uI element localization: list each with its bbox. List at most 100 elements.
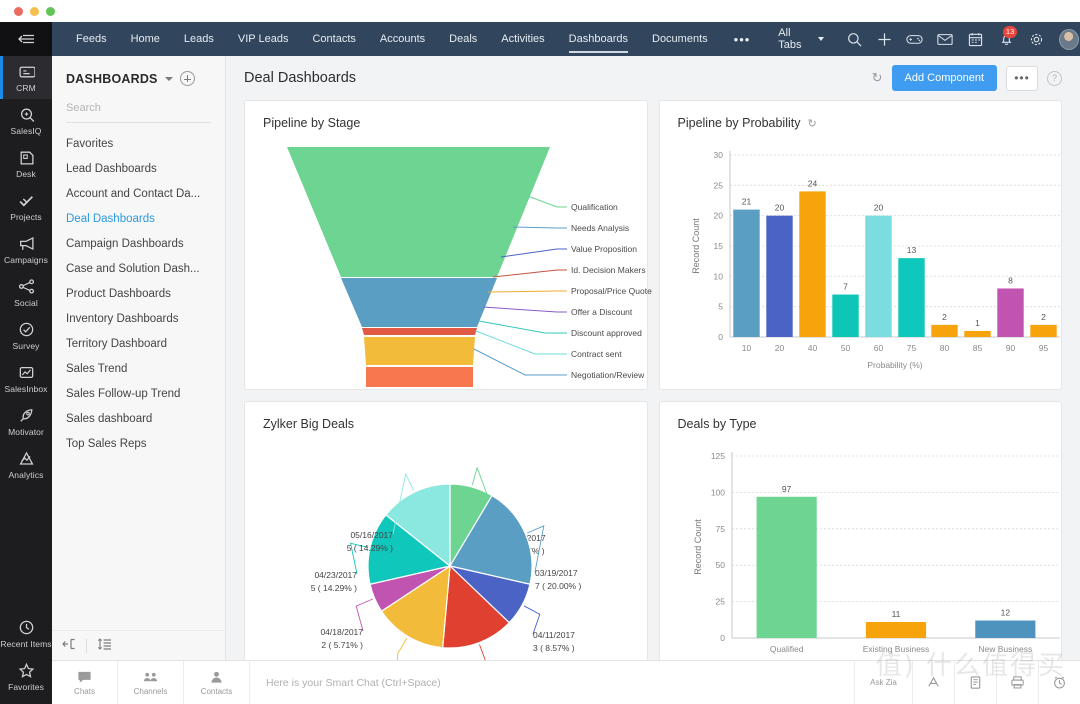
dashboard-list-item[interactable]: Account and Contact Da... bbox=[52, 181, 225, 206]
chat-tab-chats[interactable]: Chats bbox=[52, 660, 118, 704]
bar[interactable] bbox=[798, 191, 826, 337]
help-button[interactable]: ? bbox=[1047, 70, 1062, 86]
all-tabs-dropdown[interactable]: All Tabs bbox=[764, 27, 838, 51]
channels-icon bbox=[143, 672, 158, 681]
dashboard-list-item[interactable]: Lead Dashboards bbox=[52, 156, 225, 181]
chat-tab-contacts[interactable]: Contacts bbox=[184, 660, 250, 704]
notifications-button[interactable]: 13 bbox=[992, 22, 1020, 56]
rail-item-projects[interactable]: Projects bbox=[0, 185, 52, 228]
add-dashboard-button[interactable] bbox=[179, 71, 195, 86]
bar-value-label: 8 bbox=[1008, 275, 1013, 285]
x-axis-tick: 40 bbox=[807, 343, 817, 353]
nav-link-feeds[interactable]: Feeds bbox=[64, 22, 119, 56]
x-axis-tick: 75 bbox=[906, 343, 916, 353]
bar[interactable] bbox=[732, 209, 760, 337]
bar[interactable] bbox=[865, 621, 926, 638]
card-title-text: Zylker Big Deals bbox=[263, 417, 354, 431]
card-title: Zylker Big Deals bbox=[245, 402, 647, 431]
rail-item-favorites[interactable]: Favorites bbox=[0, 655, 52, 698]
chat-action-notes-icon[interactable] bbox=[954, 660, 996, 704]
dashboard-list-item[interactable]: Territory Dashboard bbox=[52, 331, 225, 356]
collapse-panel-icon[interactable] bbox=[62, 637, 76, 655]
bar[interactable] bbox=[930, 324, 958, 337]
sort-list-icon[interactable] bbox=[97, 637, 112, 655]
rail-item-recent-items[interactable]: Recent Items bbox=[0, 612, 52, 655]
nav-link-contacts[interactable]: Contacts bbox=[300, 22, 367, 56]
salesiq-icon bbox=[20, 108, 34, 122]
nav-link-vip-leads[interactable]: VIP Leads bbox=[226, 22, 301, 56]
gamification-button[interactable] bbox=[901, 22, 929, 56]
nav-link-home[interactable]: Home bbox=[119, 22, 172, 56]
probability-bar-chart[interactable]: 0 5 10 15 20 25 30 21 10 20 20 24 40 7 50 20 60 13 75 2 80 1 8… bbox=[660, 137, 1062, 389]
pie-slice-value: 5 ( 14.29% ) bbox=[347, 543, 393, 553]
rail-collapse-button[interactable] bbox=[0, 22, 52, 56]
bar[interactable] bbox=[756, 496, 817, 638]
chevron-down-icon[interactable] bbox=[164, 76, 173, 81]
bar[interactable] bbox=[963, 330, 991, 337]
dashboard-list-item[interactable]: Deal Dashboards bbox=[52, 206, 225, 231]
smart-chat-input[interactable]: Here is your Smart Chat (Ctrl+Space) bbox=[250, 677, 854, 689]
more-options-button[interactable]: ••• bbox=[1006, 65, 1038, 91]
bar[interactable] bbox=[864, 215, 892, 337]
bar[interactable] bbox=[1029, 324, 1057, 337]
close-window-button[interactable] bbox=[14, 7, 23, 16]
bar[interactable] bbox=[897, 258, 925, 337]
mail-button[interactable] bbox=[931, 22, 959, 56]
rail-item-crm[interactable]: CRM bbox=[0, 56, 52, 99]
nav-link-documents[interactable]: Documents bbox=[640, 22, 720, 56]
dashboard-list-item[interactable]: Sales dashboard bbox=[52, 406, 225, 431]
search-button[interactable] bbox=[840, 22, 868, 56]
add-button[interactable] bbox=[870, 22, 898, 56]
minimize-window-button[interactable] bbox=[30, 7, 39, 16]
dashboard-list-item[interactable]: Campaign Dashboards bbox=[52, 231, 225, 256]
nav-link-leads[interactable]: Leads bbox=[172, 22, 226, 56]
bar[interactable] bbox=[765, 215, 793, 337]
dashboard-list-item[interactable]: Inventory Dashboards bbox=[52, 306, 225, 331]
chat-tab-channels[interactable]: Channels bbox=[118, 660, 184, 704]
bar[interactable] bbox=[996, 288, 1024, 337]
funnel-chart[interactable]: Qualification Needs Analysis Value Proposi… bbox=[245, 137, 652, 422]
chat-action-ask-zia[interactable]: Ask Zia bbox=[854, 660, 912, 704]
chat-action-reminder-clock-icon[interactable] bbox=[1038, 660, 1080, 704]
nav-link-dashboards[interactable]: Dashboards bbox=[557, 22, 640, 56]
dashboards-panel-header: DASHBOARDS bbox=[52, 56, 225, 96]
dashboard-list-item[interactable]: Top Sales Reps bbox=[52, 431, 225, 456]
rail-item-campaigns[interactable]: Campaigns bbox=[0, 228, 52, 271]
dashboard-list-item[interactable]: Product Dashboards bbox=[52, 281, 225, 306]
chat-action-zia-glyph-icon[interactable] bbox=[912, 660, 954, 704]
clock-icon bbox=[19, 620, 33, 635]
bar[interactable] bbox=[831, 294, 859, 337]
rail-item-desk[interactable]: Desk bbox=[0, 142, 52, 185]
refresh-icon[interactable]: ↻ bbox=[872, 70, 883, 86]
dashboard-list-item[interactable]: Case and Solution Dash... bbox=[52, 256, 225, 281]
nav-link-activities[interactable]: Activities bbox=[489, 22, 556, 56]
nav-more-button[interactable]: ••• bbox=[720, 32, 765, 47]
bar-value-label: 2 bbox=[942, 312, 947, 322]
all-tabs-label: All Tabs bbox=[778, 27, 802, 51]
y-axis-tick: 5 bbox=[718, 302, 723, 312]
rail-item-motivator[interactable]: Motivator bbox=[0, 400, 52, 443]
pie-chart[interactable]: 02/17/20173 ( 8.57% )03/19/20177 ( 20.00… bbox=[245, 438, 647, 696]
zoom-window-button[interactable] bbox=[46, 7, 55, 16]
search-input[interactable] bbox=[66, 102, 211, 114]
rail-item-salesinbox[interactable]: SalesInbox bbox=[0, 357, 52, 400]
dashboard-list-item[interactable]: Favorites bbox=[52, 131, 225, 156]
rail-item-social[interactable]: Social bbox=[0, 271, 52, 314]
rail-item-survey[interactable]: Survey bbox=[0, 314, 52, 357]
deals-by-type-chart[interactable]: 0 25 50 75 100 125 97 Qualified 11 Existing Busin… bbox=[660, 438, 1062, 690]
dashboard-list-item[interactable]: Sales Follow-up Trend bbox=[52, 381, 225, 406]
add-component-button[interactable]: Add Component bbox=[891, 65, 997, 91]
rail-item-salesiq[interactable]: SalesIQ bbox=[0, 99, 52, 142]
refresh-icon[interactable]: ↻ bbox=[808, 117, 817, 130]
settings-button[interactable] bbox=[1022, 22, 1050, 56]
nav-link-accounts[interactable]: Accounts bbox=[368, 22, 437, 56]
chat-action-print-icon[interactable] bbox=[996, 660, 1038, 704]
rail-item-analytics[interactable]: Analytics bbox=[0, 443, 52, 486]
nav-link-deals[interactable]: Deals bbox=[437, 22, 489, 56]
window-controls[interactable] bbox=[14, 7, 55, 16]
x-axis-tick: 20 bbox=[774, 343, 784, 353]
dashboard-list-item[interactable]: Sales Trend bbox=[52, 356, 225, 381]
bar[interactable] bbox=[974, 620, 1035, 638]
avatar[interactable] bbox=[1058, 28, 1079, 50]
calendar-button[interactable] bbox=[962, 22, 990, 56]
